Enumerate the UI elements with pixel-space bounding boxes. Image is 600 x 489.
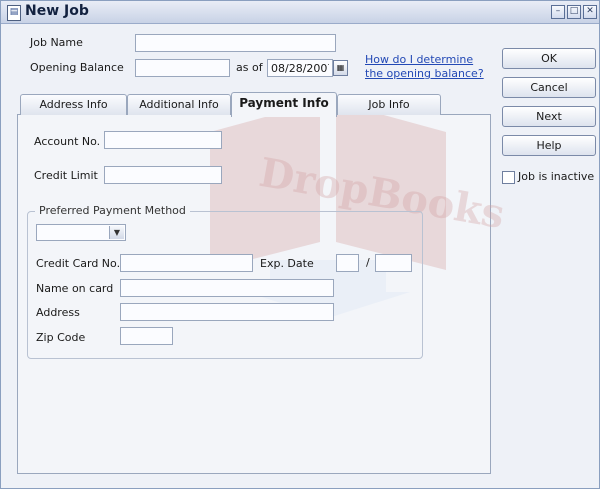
tab-additional-info[interactable]: Additional Info <box>127 94 231 115</box>
payment-method-dropdown[interactable]: ▼ <box>36 224 126 241</box>
as-of-label: as of <box>236 61 263 74</box>
exp-date-label: Exp. Date <box>260 257 314 270</box>
exp-year-field[interactable] <box>375 254 412 272</box>
opening-balance-field[interactable] <box>135 59 230 77</box>
account-no-field[interactable] <box>104 131 222 149</box>
chevron-down-icon[interactable]: ▼ <box>109 226 124 239</box>
zip-code-field[interactable] <box>120 327 173 345</box>
exp-month-field[interactable] <box>336 254 359 272</box>
opening-balance-help-link-line1[interactable]: How do I determine <box>365 53 473 67</box>
next-button[interactable]: Next <box>502 106 596 127</box>
job-name-field[interactable] <box>135 34 336 52</box>
tab-payment-info[interactable]: Payment Info <box>231 92 337 117</box>
preferred-payment-title: Preferred Payment Method <box>35 204 190 217</box>
account-no-label: Account No. <box>34 135 101 148</box>
ok-button[interactable]: OK <box>502 48 596 69</box>
credit-card-no-label: Credit Card No. <box>36 257 121 270</box>
credit-card-no-field[interactable] <box>120 254 253 272</box>
calendar-icon[interactable]: ▦ <box>333 60 348 76</box>
job-name-label: Job Name <box>30 36 83 49</box>
opening-balance-label: Opening Balance <box>30 61 124 74</box>
name-on-card-label: Name on card <box>36 282 114 295</box>
zip-code-label: Zip Code <box>36 331 86 344</box>
name-on-card-field[interactable] <box>120 279 334 297</box>
job-inactive-label: Job is inactive <box>518 170 595 183</box>
address-field[interactable] <box>120 303 334 321</box>
cancel-button[interactable]: Cancel <box>502 77 596 98</box>
credit-limit-label: Credit Limit <box>34 169 98 182</box>
job-inactive-checkbox[interactable] <box>502 171 515 184</box>
credit-limit-field[interactable] <box>104 166 222 184</box>
opening-balance-help-link-line2[interactable]: the opening balance? <box>365 67 484 81</box>
as-of-date-field[interactable] <box>267 59 333 77</box>
help-button[interactable]: Help <box>502 135 596 156</box>
address-label: Address <box>36 306 80 319</box>
tab-address-info[interactable]: Address Info <box>20 94 127 115</box>
exp-date-separator: / <box>366 256 370 269</box>
tab-job-info[interactable]: Job Info <box>337 94 441 115</box>
